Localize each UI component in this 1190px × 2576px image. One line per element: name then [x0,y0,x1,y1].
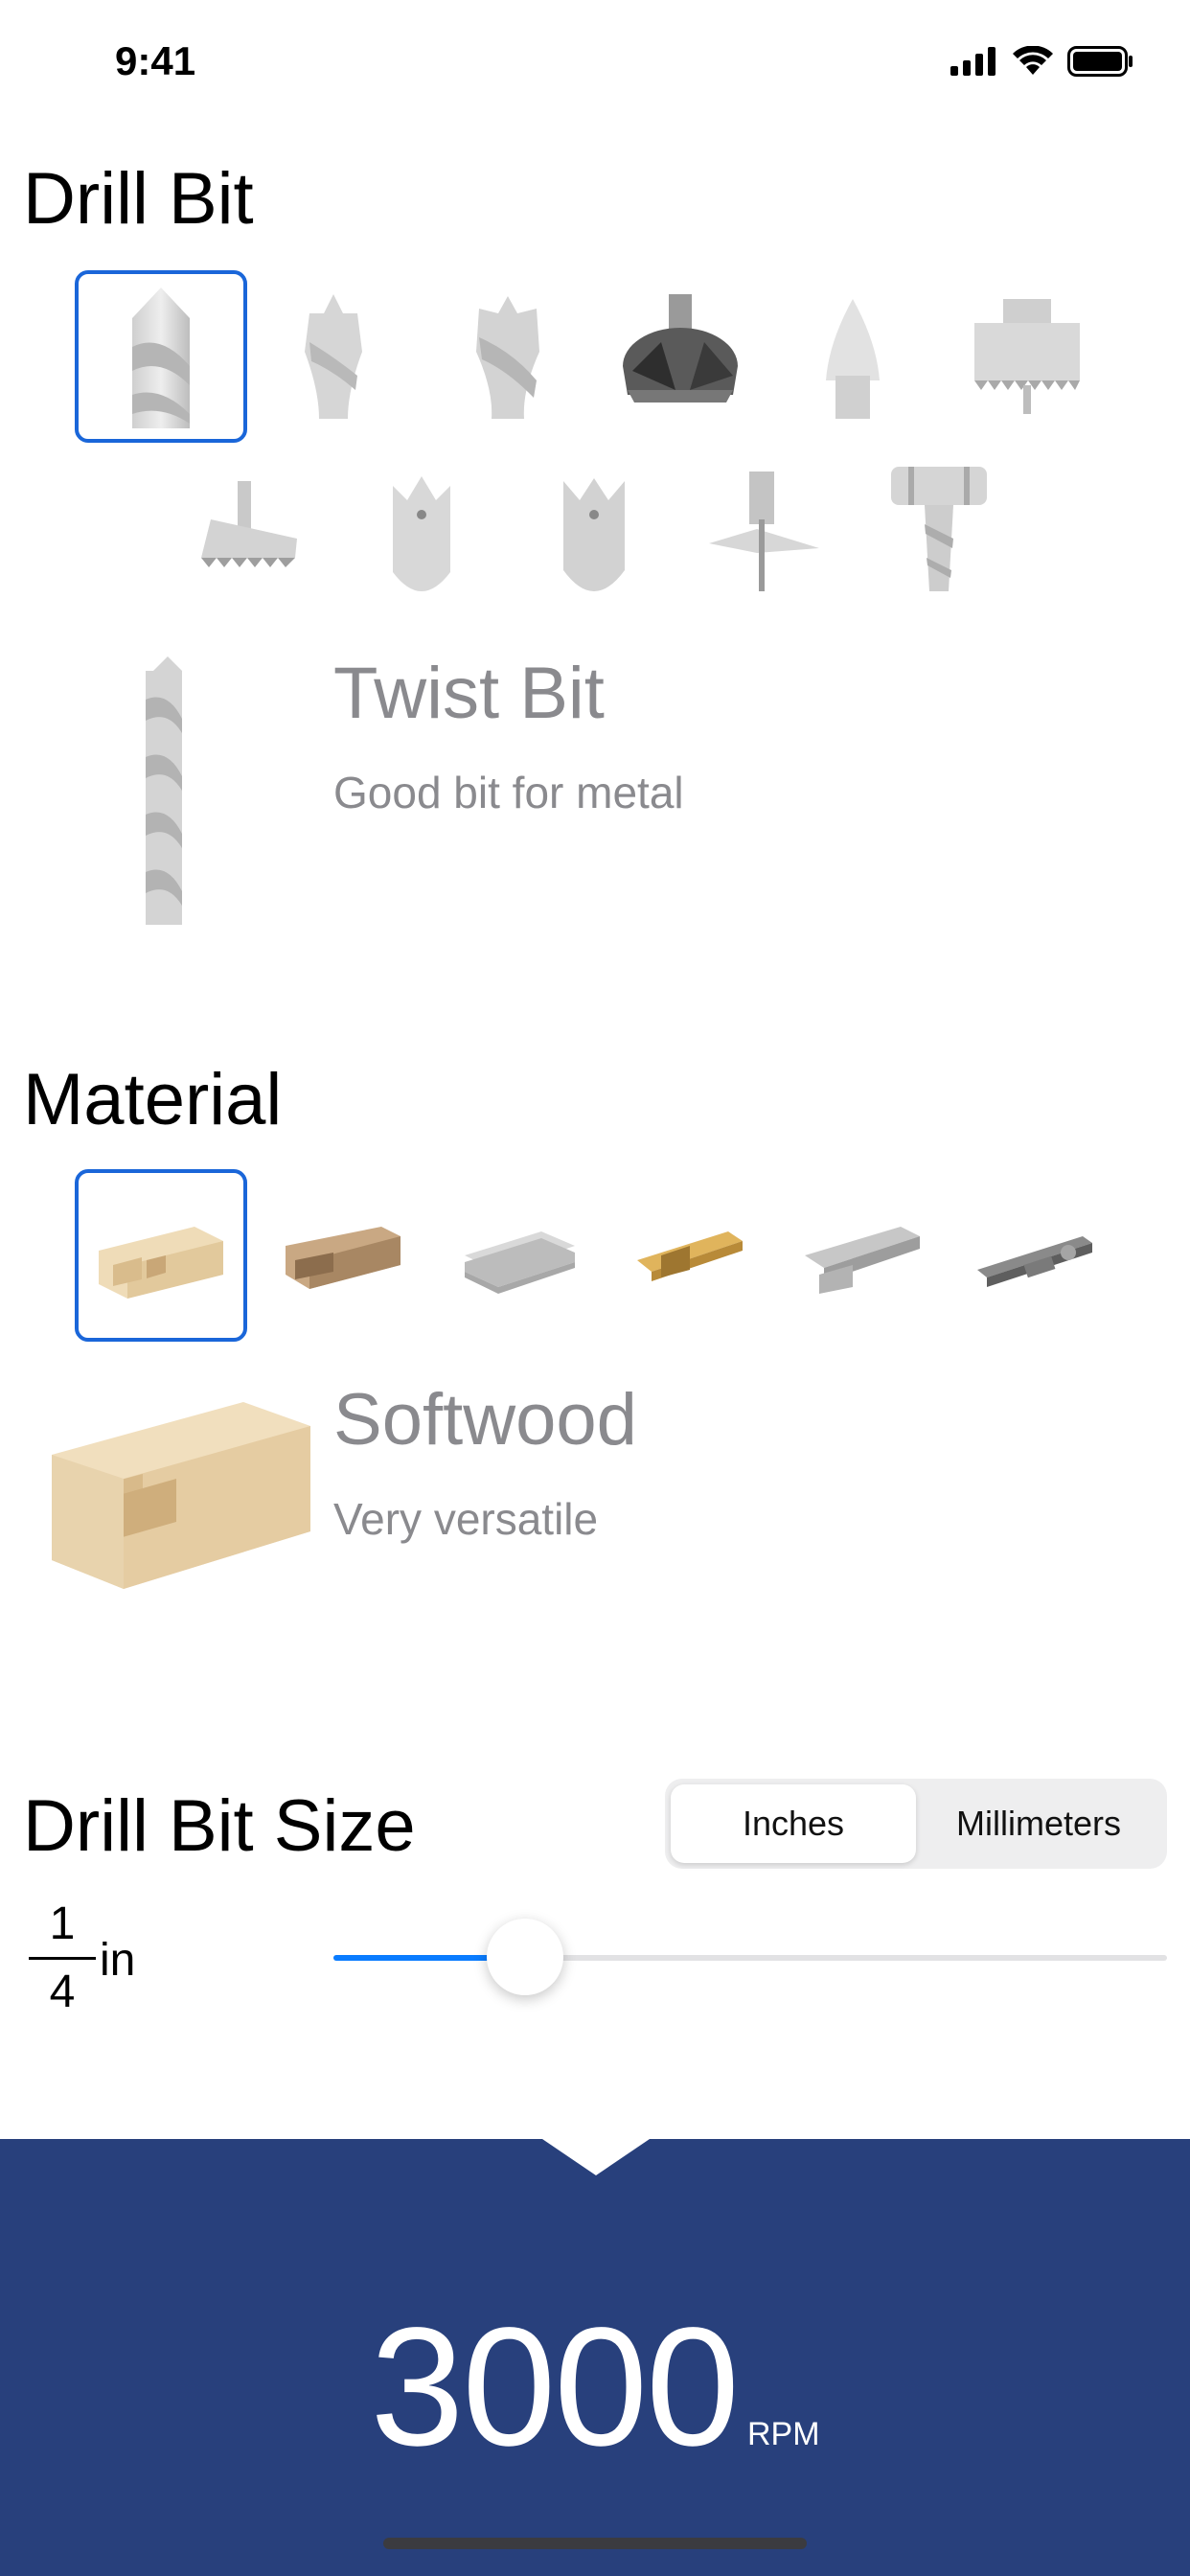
segment-millimeters[interactable]: Millimeters [916,1784,1161,1863]
size-fraction: 1 4 [29,1901,96,2015]
twist-bit-icon [132,288,190,428]
signal-icon [950,47,995,76]
bit-option-step-drill[interactable] [853,443,1025,615]
spur-bit-icon [476,296,539,419]
material-option-sheet-metal[interactable] [431,1169,604,1342]
drill-bit-size-title: Drill Bit Size [23,1785,416,1867]
material-option-softwood[interactable] [75,1169,247,1342]
size-unit: in [100,1935,136,1986]
wifi-icon [1013,46,1053,75]
brass-icon [637,1231,743,1281]
bit-option-auger[interactable] [163,443,335,615]
sheet-metal-icon [465,1231,575,1294]
selected-material-description: Very versatile [333,1494,599,1544]
bit-option-fly-cutter[interactable] [680,443,853,615]
segment-inches[interactable]: Inches [671,1784,916,1863]
steel-icon [977,1236,1092,1287]
spade-bit-alt-icon [563,478,625,591]
material-title: Material [23,1059,283,1140]
battery-icon [1067,46,1133,77]
bit-option-countersink[interactable] [767,270,939,443]
status-icons [950,46,1134,77]
unit-segmented-control: Inches Millimeters [665,1779,1167,1869]
softwood-icon [52,1402,310,1589]
size-slider[interactable] [333,1919,1167,1995]
twist-bit-icon [146,656,182,925]
fraction-numerator: 1 [49,1898,76,1949]
bit-option-spade-alt[interactable] [508,443,680,615]
step-drill-icon [891,467,987,591]
material-option-brass[interactable] [604,1169,776,1342]
fraction-bar [29,1957,96,1960]
hardwood-icon [286,1227,400,1289]
selected-bit-name: Twist Bit [333,653,605,734]
bit-option-brad-point[interactable] [247,270,420,443]
material-option-steel[interactable] [949,1169,1121,1342]
fraction-denominator: 4 [49,1966,76,2017]
material-option-hardwood[interactable] [257,1169,429,1342]
material-option-aluminum[interactable] [776,1169,949,1342]
bit-option-hole-saw[interactable] [941,270,1113,443]
selected-bit-preview [125,652,211,934]
result-notch [542,2139,650,2175]
brad-point-bit-icon [305,294,362,419]
softwood-icon [99,1227,223,1299]
slider-thumb[interactable] [487,1919,564,1995]
status-time: 9:41 [115,38,196,83]
bit-option-forstner[interactable] [594,270,767,443]
drill-bit-title: Drill Bit [23,158,254,240]
forstner-bit-icon [623,294,738,402]
spade-bit-icon [393,476,450,591]
countersink-bit-icon [826,299,880,419]
rpm-readout: 3000 RPM [0,2290,1190,2484]
bit-option-twist[interactable] [75,270,247,443]
hole-saw-icon [974,299,1080,414]
rpm-value: 3000 [370,2293,740,2481]
selected-material-preview [52,1388,316,1603]
home-indicator[interactable] [383,2538,807,2549]
bit-option-spur[interactable] [422,270,594,443]
selected-material-name: Softwood [333,1379,637,1460]
rpm-unit: RPM [746,2416,820,2452]
selected-bit-description: Good bit for metal [333,768,684,817]
fly-cutter-icon [709,472,819,591]
bit-option-spade[interactable] [335,443,508,615]
aluminum-icon [805,1227,920,1294]
auger-bit-icon [201,481,297,567]
